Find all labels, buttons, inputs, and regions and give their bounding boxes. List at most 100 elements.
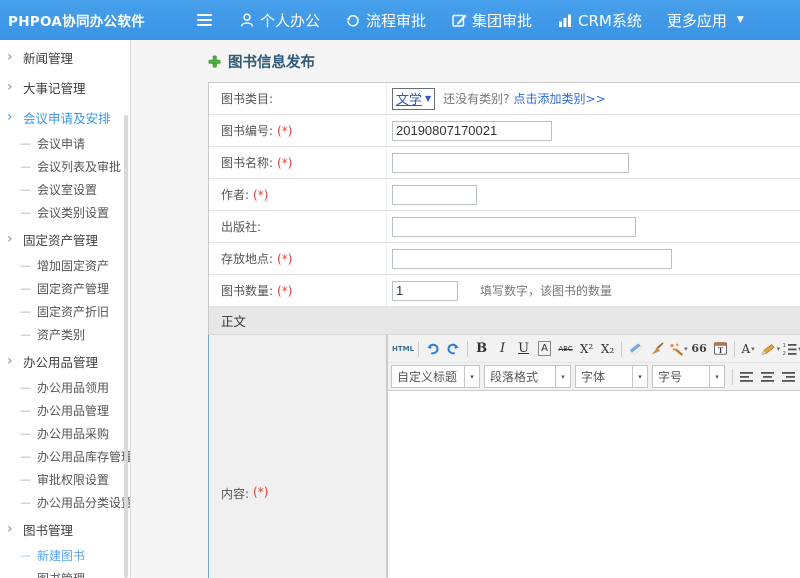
- editor-superscript-button[interactable]: X²: [576, 339, 597, 359]
- editor-paste-text-button[interactable]: T: [710, 339, 731, 359]
- sidebar-item-book-manage[interactable]: —图书管理: [0, 567, 130, 578]
- sidebar-item-meeting-room-settings[interactable]: —会议室设置: [0, 178, 130, 201]
- sidebar-item-office-supplies-management[interactable]: ›办公用品管理: [0, 346, 130, 376]
- nav-item-label: CRM系统: [578, 10, 642, 31]
- nav-item-process-approval[interactable]: 流程审批: [345, 10, 426, 31]
- editor-forecolor-box-button[interactable]: A: [534, 339, 555, 359]
- edit-square-icon: [451, 12, 467, 28]
- nav-item-personal-office[interactable]: 个人办公: [239, 10, 320, 31]
- editor-toolbar-row2: 自定义标题▾段落格式▾字体▾字号▾: [388, 363, 800, 391]
- sidebar-item-label: 办公用品分类设置: [37, 494, 131, 511]
- sidebar-item-fixed-asset-management[interactable]: ›固定资产管理: [0, 224, 130, 254]
- editor-align-left-button[interactable]: [736, 367, 757, 387]
- nav-item-group-approval[interactable]: 集团审批: [451, 10, 532, 31]
- editor-subscript-button[interactable]: X₂: [597, 339, 618, 359]
- add-category-link[interactable]: 点击添加类别>>: [514, 90, 606, 107]
- book-category-select[interactable]: 文学▼: [392, 88, 435, 110]
- eraser-icon: [628, 342, 644, 356]
- editor-paragraph-select[interactable]: 段落格式▾: [484, 365, 571, 388]
- sidebar-item-label: 固定资产折旧: [37, 303, 109, 320]
- sidebar-item-label: 会议申请: [37, 135, 85, 152]
- sidebar-item-supplies-purchase[interactable]: —办公用品采购: [0, 422, 130, 445]
- broom-icon: [649, 342, 665, 356]
- editor-blockquote-button[interactable]: 66: [689, 339, 710, 359]
- book-quantity-input[interactable]: [392, 281, 458, 301]
- sidebar-item-fixed-asset-manage[interactable]: —固定资产管理: [0, 277, 130, 300]
- sidebar-item-supplies-inventory[interactable]: —办公用品库存管理: [0, 445, 130, 468]
- nav-item-label: 集团审批: [472, 10, 532, 31]
- editor-bold-button[interactable]: B: [471, 339, 492, 359]
- sidebar-item-meeting-category-settings[interactable]: —会议类别设置: [0, 201, 130, 224]
- sidebar-item-label: 办公用品管理: [37, 402, 109, 419]
- editor-clear-format-button[interactable]: [646, 339, 667, 359]
- editor-italic-button[interactable]: I: [492, 339, 513, 359]
- editor-font-family-select[interactable]: 字体▾: [575, 365, 648, 388]
- form-row-author: 作者:(*): [209, 179, 800, 211]
- chevron-down-icon: ▾: [709, 366, 724, 387]
- editor-undo-button[interactable]: [422, 339, 443, 359]
- editor-redo-button[interactable]: [443, 339, 464, 359]
- add-plus-icon: [208, 55, 221, 68]
- topbar-nav: 个人办公 流程审批 集团审批 CRM系统 更多应用▼: [239, 10, 769, 31]
- storage-location-input[interactable]: [392, 249, 672, 269]
- editor-ordered-list-button[interactable]: 12▾: [781, 339, 800, 359]
- toolbar-separator: [732, 369, 733, 385]
- chevron-down-icon: ▼: [737, 15, 744, 25]
- sidebar-item-memorabilia-management[interactable]: ›大事记管理: [0, 72, 130, 102]
- editor-bold-glyph: B: [476, 341, 487, 356]
- field-hint: 还没有类别?: [443, 90, 509, 107]
- editor-format-paint-button[interactable]: ▾: [667, 339, 689, 359]
- sidebar-item-new-book[interactable]: —新建图书: [0, 544, 130, 567]
- sidebar-item-approval-permission-settings[interactable]: —审批权限设置: [0, 468, 130, 491]
- book-name-input[interactable]: [392, 153, 629, 173]
- dash-icon: —: [20, 381, 31, 394]
- app-logo: PHPOA协同办公软件: [8, 10, 145, 30]
- sidebar-item-meeting-apply[interactable]: —会议申请: [0, 132, 130, 155]
- editor-underline-button[interactable]: U: [513, 339, 534, 359]
- field-label: 图书编号:: [221, 122, 273, 139]
- hamburger-menu-icon[interactable]: [197, 14, 212, 27]
- sidebar-item-add-fixed-asset[interactable]: —增加固定资产: [0, 254, 130, 277]
- nav-item-crm-system[interactable]: CRM系统: [557, 10, 642, 31]
- editor-highlight-button[interactable]: ▾: [759, 339, 782, 359]
- sidebar-item-label: 办公用品采购: [37, 425, 109, 442]
- nav-item-more-apps[interactable]: 更多应用▼: [667, 10, 744, 31]
- editor-heading-select[interactable]: 自定义标题▾: [391, 365, 480, 388]
- chevron-down-icon: ▾: [555, 366, 570, 387]
- editor-align-right-button[interactable]: [778, 367, 799, 387]
- chevron-right-icon: ›: [7, 80, 18, 94]
- sidebar-item-label: 固定资产管理: [37, 280, 109, 297]
- sidebar-item-meeting-list-approval[interactable]: —会议列表及审批: [0, 155, 130, 178]
- editor-body[interactable]: [388, 391, 800, 578]
- editor-eraser-button[interactable]: [625, 339, 646, 359]
- chevron-right-icon: ›: [7, 110, 18, 124]
- dash-icon: —: [20, 572, 31, 578]
- align-right-icon: [781, 370, 796, 384]
- dash-icon: —: [20, 160, 31, 173]
- editor-align-center-button[interactable]: [757, 367, 778, 387]
- editor-blockquote-glyph: 66: [691, 342, 706, 355]
- sidebar-item-fixed-asset-depreciation[interactable]: —固定资产折旧: [0, 300, 130, 323]
- sidebar-item-asset-category[interactable]: —资产类别: [0, 323, 130, 346]
- required-star: (*): [277, 156, 292, 170]
- sidebar-item-supplies-category-settings[interactable]: —办公用品分类设置: [0, 491, 130, 514]
- sidebar-scrollbar[interactable]: [124, 115, 128, 578]
- book-number-input[interactable]: [392, 121, 552, 141]
- dash-icon: —: [20, 473, 31, 486]
- editor-font-size-select[interactable]: 字号▾: [652, 365, 725, 388]
- sidebar-item-label: 办公用品管理: [23, 352, 98, 371]
- editor-select-label: 字体: [576, 368, 632, 385]
- editor-html-source-button[interactable]: HTML: [391, 339, 415, 359]
- author-input[interactable]: [392, 185, 477, 205]
- publisher-input[interactable]: [392, 217, 636, 237]
- sidebar-item-meeting-apply-arrange[interactable]: ›会议申请及安排: [0, 102, 130, 132]
- sidebar-item-label: 增加固定资产: [37, 257, 109, 274]
- process-icon: [345, 12, 361, 28]
- sidebar-item-supplies-manage[interactable]: —办公用品管理: [0, 399, 130, 422]
- sidebar-item-news-management[interactable]: ›新闻管理: [0, 42, 130, 72]
- editor-font-color-button[interactable]: A▾: [738, 339, 759, 359]
- sidebar-item-book-management[interactable]: ›图书管理: [0, 514, 130, 544]
- rich-text-editor: HTMLBIUAABCX²X₂▾66TA▾▾12▾▾ 自定义标题▾段落格式▾字体…: [387, 335, 800, 578]
- editor-strikethrough-button[interactable]: ABC: [555, 339, 576, 359]
- sidebar-item-supplies-requisition[interactable]: —办公用品领用: [0, 376, 130, 399]
